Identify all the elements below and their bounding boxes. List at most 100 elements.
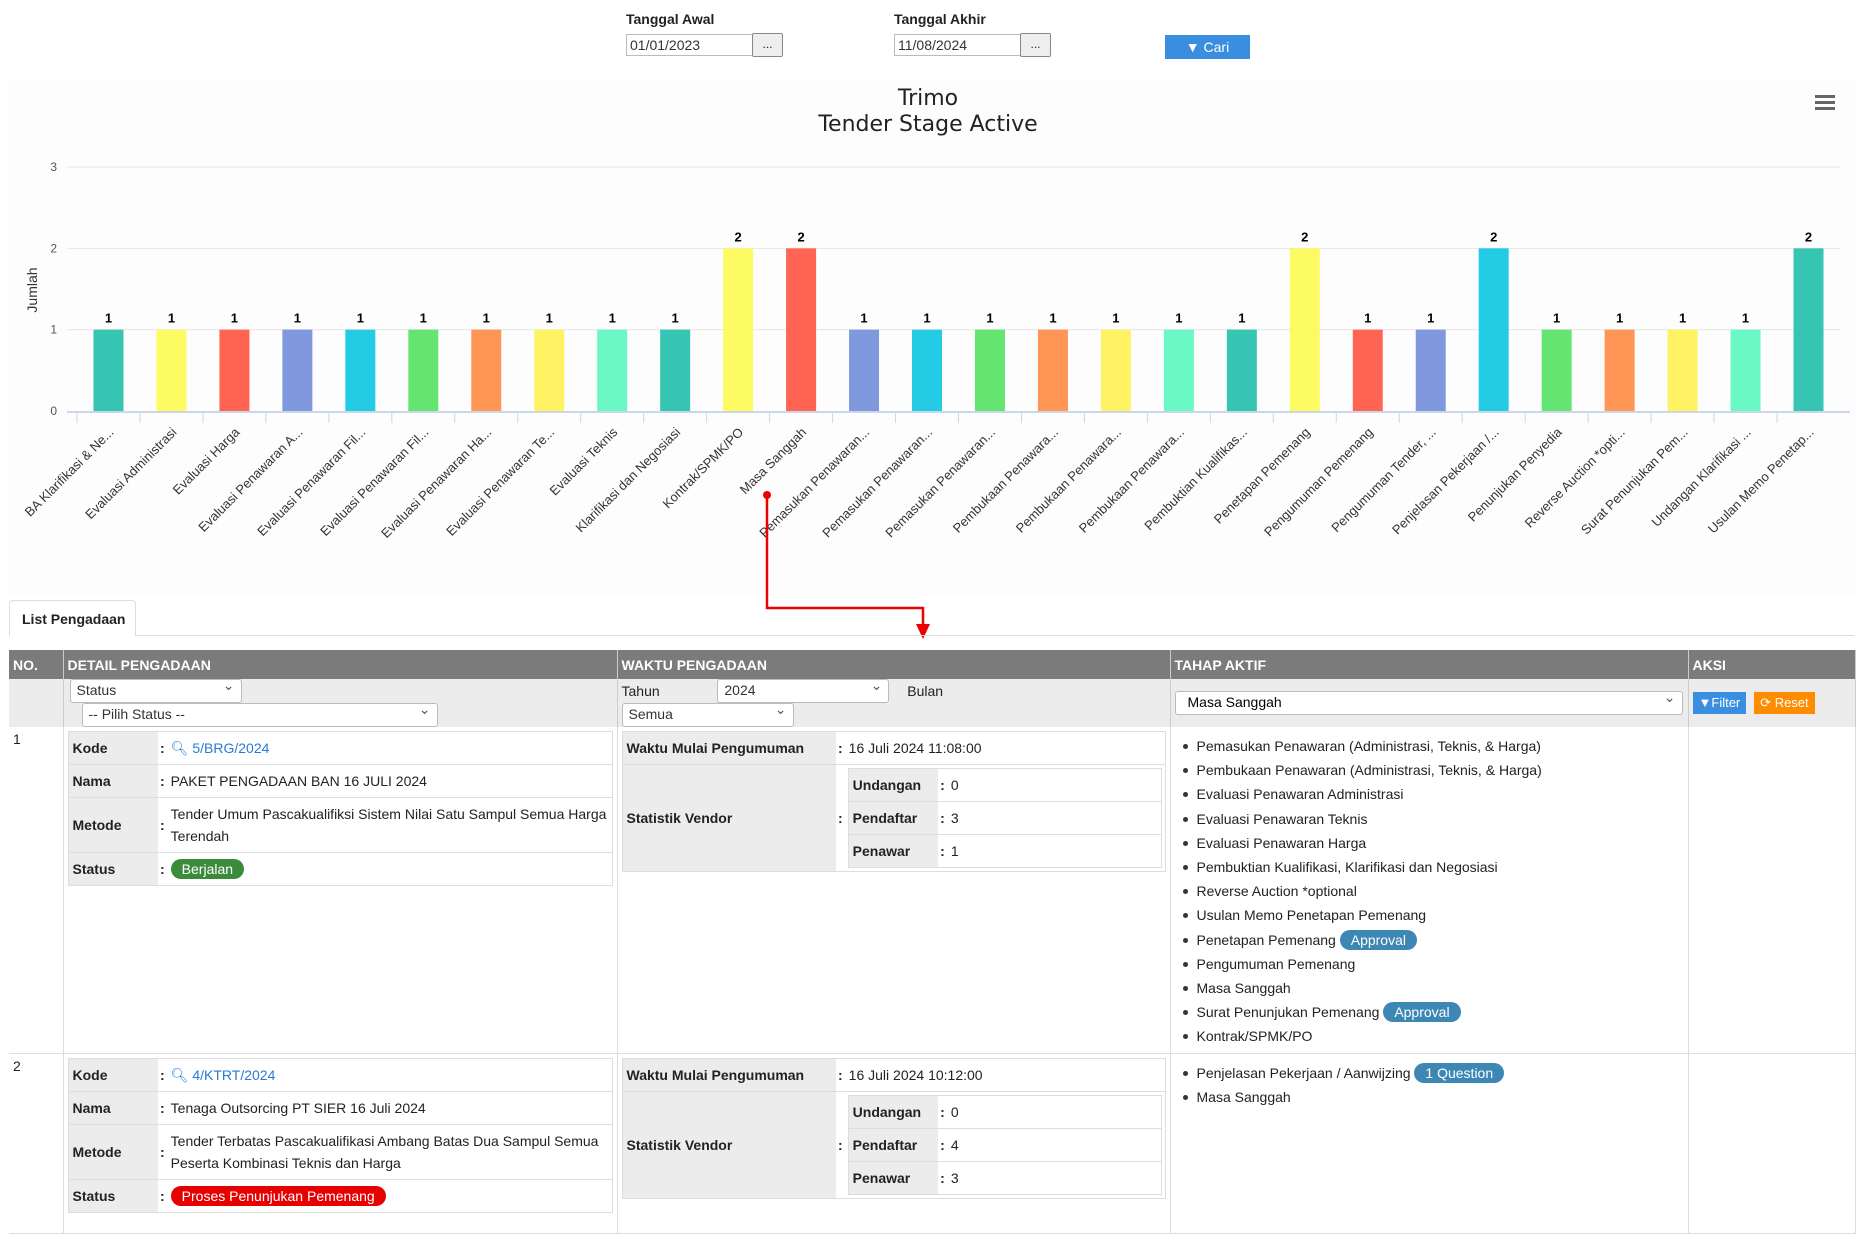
waktu-mulai-label: Waktu Mulai Pengumuman xyxy=(622,1057,836,1092)
bar[interactable] xyxy=(534,329,565,411)
x-tick-label: Pengumuman Pemenang xyxy=(1261,425,1376,540)
bar[interactable] xyxy=(974,329,1005,411)
kode-link[interactable]: 🔍︎ 5/BRG/2024 xyxy=(171,740,270,756)
stage-text: Masa Sanggah xyxy=(1196,980,1291,997)
x-tick-label: Pembukaan Penawara... xyxy=(1076,425,1187,536)
x-tick-label: Pemasukan Penawaran... xyxy=(819,425,935,541)
kode-value: 4/KTRT/2024 xyxy=(192,1066,276,1083)
status-field-select[interactable]: Status xyxy=(69,677,242,703)
stage-item: Evaluasi Penawaran Harga xyxy=(1182,831,1684,855)
stage-list: Penjelasan Pekerjaan / Aanwijzing 1 Ques… xyxy=(1175,1058,1684,1109)
start-date-input[interactable]: 01/01/2023 xyxy=(626,34,753,56)
stage-text: Masa Sanggah xyxy=(1196,1088,1291,1105)
stage-text: Evaluasi Penawaran Teknis xyxy=(1196,810,1368,827)
bar[interactable] xyxy=(1037,329,1068,411)
start-date-picker-button[interactable]: ... xyxy=(752,33,783,57)
bar[interactable] xyxy=(723,248,754,411)
nama-value: Tenaga Outsorcing PT SIER 16 Juli 2024 xyxy=(166,1090,612,1125)
bar[interactable] xyxy=(1667,329,1698,411)
data-label: 1 xyxy=(546,311,553,326)
bar[interactable] xyxy=(1730,329,1761,411)
vendor-stats-table: Undangan:0 Pendaftar:4 Penawar:3 xyxy=(847,1094,1162,1195)
tahap-cell: Penjelasan Pekerjaan / Aanwijzing 1 Ques… xyxy=(1170,1053,1689,1234)
kode-label: Kode xyxy=(68,1057,158,1092)
colon: : xyxy=(938,768,947,802)
header-waktu: WAKTU PENGADAAN xyxy=(617,650,1171,679)
detail-table: Kode: 🔍︎ 5/BRG/2024 Nama: PAKET PENGADAAN … xyxy=(67,731,613,886)
bar[interactable] xyxy=(1163,329,1194,411)
y-tick-label: 3 xyxy=(50,160,57,174)
reset-button[interactable]: ⟳ Reset xyxy=(1754,692,1815,714)
bar[interactable] xyxy=(912,329,943,411)
data-label: 1 xyxy=(231,311,238,326)
waktu-mulai-label: Waktu Mulai Pengumuman xyxy=(622,731,836,765)
end-date-picker-button[interactable]: ... xyxy=(1020,33,1051,57)
data-label: 1 xyxy=(483,311,490,326)
bar[interactable] xyxy=(1289,248,1320,411)
bar[interactable] xyxy=(1226,329,1257,411)
bar[interactable] xyxy=(408,329,439,411)
table-row: 1 Kode: 🔍︎ 5/BRG/2024 Nama: PAKET PENGADAA… xyxy=(9,727,1856,1054)
metode-value: Tender Umum Pascakualifiksi Sistem Nilai… xyxy=(166,797,612,853)
search-button[interactable]: ▼ Cari xyxy=(1165,35,1250,59)
filter-icon: ▼ xyxy=(1185,39,1200,55)
end-date-input[interactable]: 11/08/2024 xyxy=(894,34,1021,56)
data-label: 2 xyxy=(797,229,804,244)
stage-badge[interactable]: Approval xyxy=(1383,1002,1461,1023)
tab-list-pengadaan[interactable]: List Pengadaan xyxy=(9,600,136,636)
colon: : xyxy=(158,1090,167,1125)
bar[interactable] xyxy=(660,329,691,411)
bar[interactable] xyxy=(471,329,502,411)
procurement-table: NO. DETAIL PENGADAAN WAKTU PENGADAAN TAH… xyxy=(9,650,1856,1234)
stage-badge[interactable]: Approval xyxy=(1339,929,1417,950)
bar[interactable] xyxy=(156,329,187,411)
bar[interactable] xyxy=(93,329,124,411)
waktu-mulai-value: 16 Juli 2024 11:08:00 xyxy=(844,731,1165,765)
stage-item: Pengumuman Pemenang xyxy=(1182,952,1684,976)
bar[interactable] xyxy=(345,329,376,411)
bar[interactable] xyxy=(786,248,817,411)
stage-item: Masa Sanggah xyxy=(1182,1085,1684,1109)
bar[interactable] xyxy=(1541,329,1572,411)
data-label: 1 xyxy=(168,311,175,326)
stage-item: Reverse Auction *optional xyxy=(1182,879,1684,903)
bar[interactable] xyxy=(597,329,628,411)
bar[interactable] xyxy=(282,329,313,411)
status-choice-select[interactable]: -- Pilih Status -- xyxy=(81,701,438,727)
bar[interactable] xyxy=(849,329,880,411)
search-button-label: Cari xyxy=(1203,39,1230,55)
bar[interactable] xyxy=(1352,329,1383,411)
menu-icon[interactable] xyxy=(1815,95,1835,110)
stage-list: Pemasukan Penawaran (Administrasi, Tekni… xyxy=(1175,731,1684,1049)
data-label: 1 xyxy=(1175,311,1182,326)
stage-text: Reverse Auction *optional xyxy=(1196,883,1357,900)
refresh-icon: ⟳ xyxy=(1760,695,1772,710)
colon: : xyxy=(836,731,845,765)
month-select[interactable]: Semua xyxy=(621,701,794,727)
bar[interactable] xyxy=(1478,248,1509,411)
x-tick-label: Pembuktian Kualifikas... xyxy=(1141,425,1250,534)
metode-label: Metode xyxy=(68,797,158,853)
bar[interactable] xyxy=(1793,248,1824,411)
status-label: Status xyxy=(68,1178,158,1213)
x-tick-label: Evaluasi Penawaran Fil... xyxy=(317,425,431,539)
stage-badge[interactable]: 1 Question xyxy=(1414,1062,1505,1083)
filter-icon: ▼ xyxy=(1698,695,1712,710)
data-label: 1 xyxy=(105,311,112,326)
year-select[interactable]: 2024 xyxy=(717,677,890,703)
filter-button[interactable]: ▼Filter xyxy=(1692,692,1747,714)
undangan-label: Undangan xyxy=(848,1094,939,1129)
data-label: 1 xyxy=(1679,311,1686,326)
undangan-value: 0 xyxy=(946,768,1161,802)
stage-select[interactable]: Masa Sanggah xyxy=(1174,689,1683,715)
bar[interactable] xyxy=(219,329,250,411)
kode-link[interactable]: 🔍︎ 4/KTRT/2024 xyxy=(171,1067,276,1083)
header-tahap: TAHAP AKTIF xyxy=(1170,650,1689,679)
header-aksi: AKSI xyxy=(1688,650,1856,679)
bar[interactable] xyxy=(1415,329,1446,411)
month-label: Bulan xyxy=(907,683,944,699)
bar[interactable] xyxy=(1100,329,1131,411)
bar[interactable] xyxy=(1604,329,1635,411)
colon: : xyxy=(158,1123,167,1180)
colon: : xyxy=(158,764,167,798)
